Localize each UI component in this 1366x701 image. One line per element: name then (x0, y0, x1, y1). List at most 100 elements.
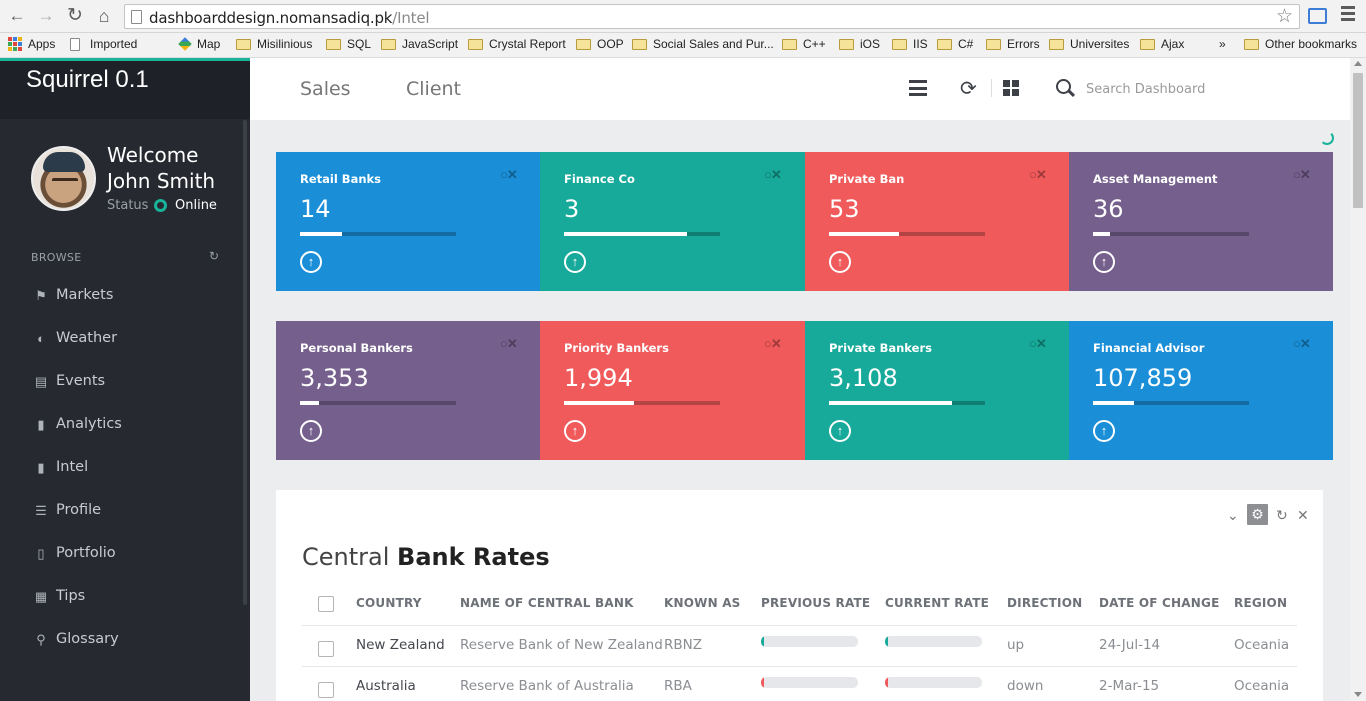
column-header-region[interactable]: REGION (1234, 596, 1287, 610)
hamburger-menu-icon[interactable] (909, 80, 927, 100)
tile-controls-icon[interactable]: ○✕ (764, 336, 782, 352)
brand-title[interactable]: Squirrel 0.1 (26, 66, 149, 94)
sidebar-item-portfolio[interactable]: ▯ Portfolio (0, 540, 243, 570)
arrow-up-circle-icon[interactable]: ↑ (1093, 420, 1115, 442)
arrow-up-circle-icon[interactable]: ↑ (829, 420, 851, 442)
tile-progress-bar (829, 401, 985, 405)
sidebar-item-analytics[interactable]: ▮ Analytics (0, 411, 243, 441)
column-header-bank-name[interactable]: NAME OF CENTRAL BANK (460, 596, 634, 610)
welcome-text: Welcome (107, 143, 199, 167)
tile-controls-icon[interactable]: ○✕ (500, 336, 518, 352)
browser-menu-icon[interactable] (1341, 6, 1355, 24)
arrow-up-circle-icon[interactable]: ↑ (300, 420, 322, 442)
avatar[interactable] (31, 146, 96, 211)
refresh-icon[interactable]: ↻ (209, 249, 219, 263)
sidebar-item-label: Glossary (56, 631, 119, 647)
bookmark-folder[interactable]: OOP (576, 37, 624, 51)
arrow-up-circle-icon[interactable]: ↑ (1093, 251, 1115, 273)
bookmark-folder[interactable]: C++ (782, 37, 826, 51)
bookmark-folder[interactable]: Ajax (1140, 37, 1184, 51)
bookmark-map[interactable]: Map (178, 37, 220, 51)
close-icon[interactable]: ✕ (1297, 507, 1309, 524)
gear-icon[interactable]: ⚙ (1247, 504, 1268, 525)
sidebar-item-profile[interactable]: ☰ Profile (0, 497, 243, 527)
tile-controls-icon[interactable]: ○✕ (764, 167, 782, 183)
row-checkbox[interactable] (318, 682, 334, 698)
stat-tile[interactable]: Priority Bankers 1,994 ○✕ ↑ (540, 321, 805, 460)
stat-tile[interactable]: Financial Advisor 107,859 ○✕ ↑ (1069, 321, 1333, 460)
reload-icon[interactable]: ↻ (65, 6, 85, 26)
column-header-current-rate[interactable]: CURRENT RATE (885, 596, 989, 610)
sidebar-item-events[interactable]: ▤ Events (0, 368, 243, 398)
tile-controls-icon[interactable]: ○✕ (1293, 336, 1311, 352)
sidebar-item-intel[interactable]: ▮ Intel (0, 454, 243, 484)
tile-controls-icon[interactable]: ○✕ (500, 167, 518, 183)
arrow-up-circle-icon[interactable]: ↑ (564, 251, 586, 273)
column-header-country[interactable]: COUNTRY (356, 596, 422, 610)
stat-tile[interactable]: Private Bankers 3,108 ○✕ ↑ (805, 321, 1070, 460)
tile-controls-icon[interactable]: ○✕ (1293, 167, 1311, 183)
sidebar-item-glossary[interactable]: ⚲ Glossary (0, 626, 243, 656)
sidebar-item-markets[interactable]: ⚑ Markets (0, 282, 243, 312)
arrow-up-circle-icon[interactable]: ↑ (829, 251, 851, 273)
arrow-up-circle-icon[interactable]: ↑ (300, 251, 322, 273)
stat-tile[interactable]: Asset Management 36 ○✕ ↑ (1069, 152, 1333, 291)
bookmark-folder[interactable]: Social Sales and Pur... (632, 37, 774, 51)
page-scrollbar[interactable] (1350, 58, 1366, 701)
stat-tile[interactable]: Personal Bankers 3,353 ○✕ ↑ (276, 321, 541, 460)
tile-controls-icon[interactable]: ○✕ (1029, 336, 1047, 352)
home-icon[interactable]: ⌂ (94, 6, 114, 26)
bookmark-folder[interactable]: Universites (1049, 37, 1129, 51)
column-header-previous-rate[interactable]: PREVIOUS RATE (761, 596, 870, 610)
stat-tile[interactable]: Private Ban 53 ○✕ ↑ (805, 152, 1070, 291)
refresh-icon[interactable]: ⟳ (960, 76, 977, 101)
column-header-known-as[interactable]: KNOWN AS (664, 596, 741, 610)
bookmark-folder[interactable]: JavaScript (381, 37, 458, 51)
bookmarks-overflow[interactable]: » (1219, 37, 1226, 51)
tile-value: 1,994 (564, 364, 633, 392)
folder-icon (1244, 38, 1259, 50)
search-input[interactable] (1086, 78, 1286, 100)
bookmark-star-icon[interactable]: ☆ (1276, 5, 1293, 28)
bookmark-folder[interactable]: iOS (839, 37, 880, 51)
bookmark-folder[interactable]: Crystal Report (468, 37, 566, 51)
bookmark-imported[interactable]: Imported (70, 37, 137, 51)
url-text[interactable]: dashboarddesign.nomansadiq.pk/Intel (149, 9, 430, 27)
row-checkbox[interactable] (318, 641, 334, 657)
sidebar-scrollbar[interactable] (243, 120, 247, 605)
scroll-down-arrow-icon[interactable] (1354, 692, 1362, 697)
column-header-direction[interactable]: DIRECTION (1007, 596, 1082, 610)
tile-title: Private Bankers (829, 341, 932, 355)
cell-known-as: RBNZ (664, 637, 702, 653)
stat-tile[interactable]: Retail Banks 14 ○✕ ↑ (276, 152, 541, 291)
bookmark-folder[interactable]: Errors (986, 37, 1040, 51)
current-rate-fill (885, 636, 888, 647)
tab-client[interactable]: Client (406, 78, 461, 100)
stat-tile[interactable]: Finance Co 3 ○✕ ↑ (540, 152, 805, 291)
bookmark-folder[interactable]: Misilinious (236, 37, 312, 51)
sidebar: Squirrel 0.1 Welcome John Smith Status O… (0, 58, 250, 701)
sidebar-item-tips[interactable]: ▦ Tips (0, 583, 243, 613)
scrollbar-thumb[interactable] (1353, 73, 1363, 208)
tab-sales[interactable]: Sales (300, 78, 351, 100)
fullscreen-icon[interactable] (1308, 8, 1327, 24)
address-bar[interactable]: dashboarddesign.nomansadiq.pk/Intel (124, 4, 1300, 29)
refresh-icon[interactable]: ↻ (1276, 507, 1288, 524)
tile-controls-icon[interactable]: ○✕ (1029, 167, 1047, 183)
sidebar-item-weather[interactable]: ◐ Weather (0, 325, 243, 355)
scroll-up-arrow-icon[interactable] (1354, 61, 1362, 66)
search-icon[interactable] (1056, 79, 1071, 94)
collapse-chevron-icon[interactable]: ⌄ (1227, 507, 1239, 524)
arrow-up-circle-icon[interactable]: ↑ (564, 420, 586, 442)
bookmark-folder[interactable]: IIS (892, 37, 928, 51)
grid-view-icon[interactable] (1003, 80, 1019, 96)
bookmark-apps[interactable]: Apps (8, 37, 55, 51)
column-header-date-of-change[interactable]: DATE OF CHANGE (1099, 596, 1219, 610)
back-arrow-icon[interactable]: ← (7, 6, 27, 26)
forward-arrow-icon[interactable]: → (36, 6, 56, 26)
select-all-checkbox[interactable] (318, 596, 334, 612)
bookmark-folder[interactable]: C# (937, 37, 973, 51)
cell-country: Australia (356, 678, 416, 694)
other-bookmarks[interactable]: Other bookmarks (1244, 37, 1357, 51)
bookmark-folder[interactable]: SQL (326, 37, 371, 51)
